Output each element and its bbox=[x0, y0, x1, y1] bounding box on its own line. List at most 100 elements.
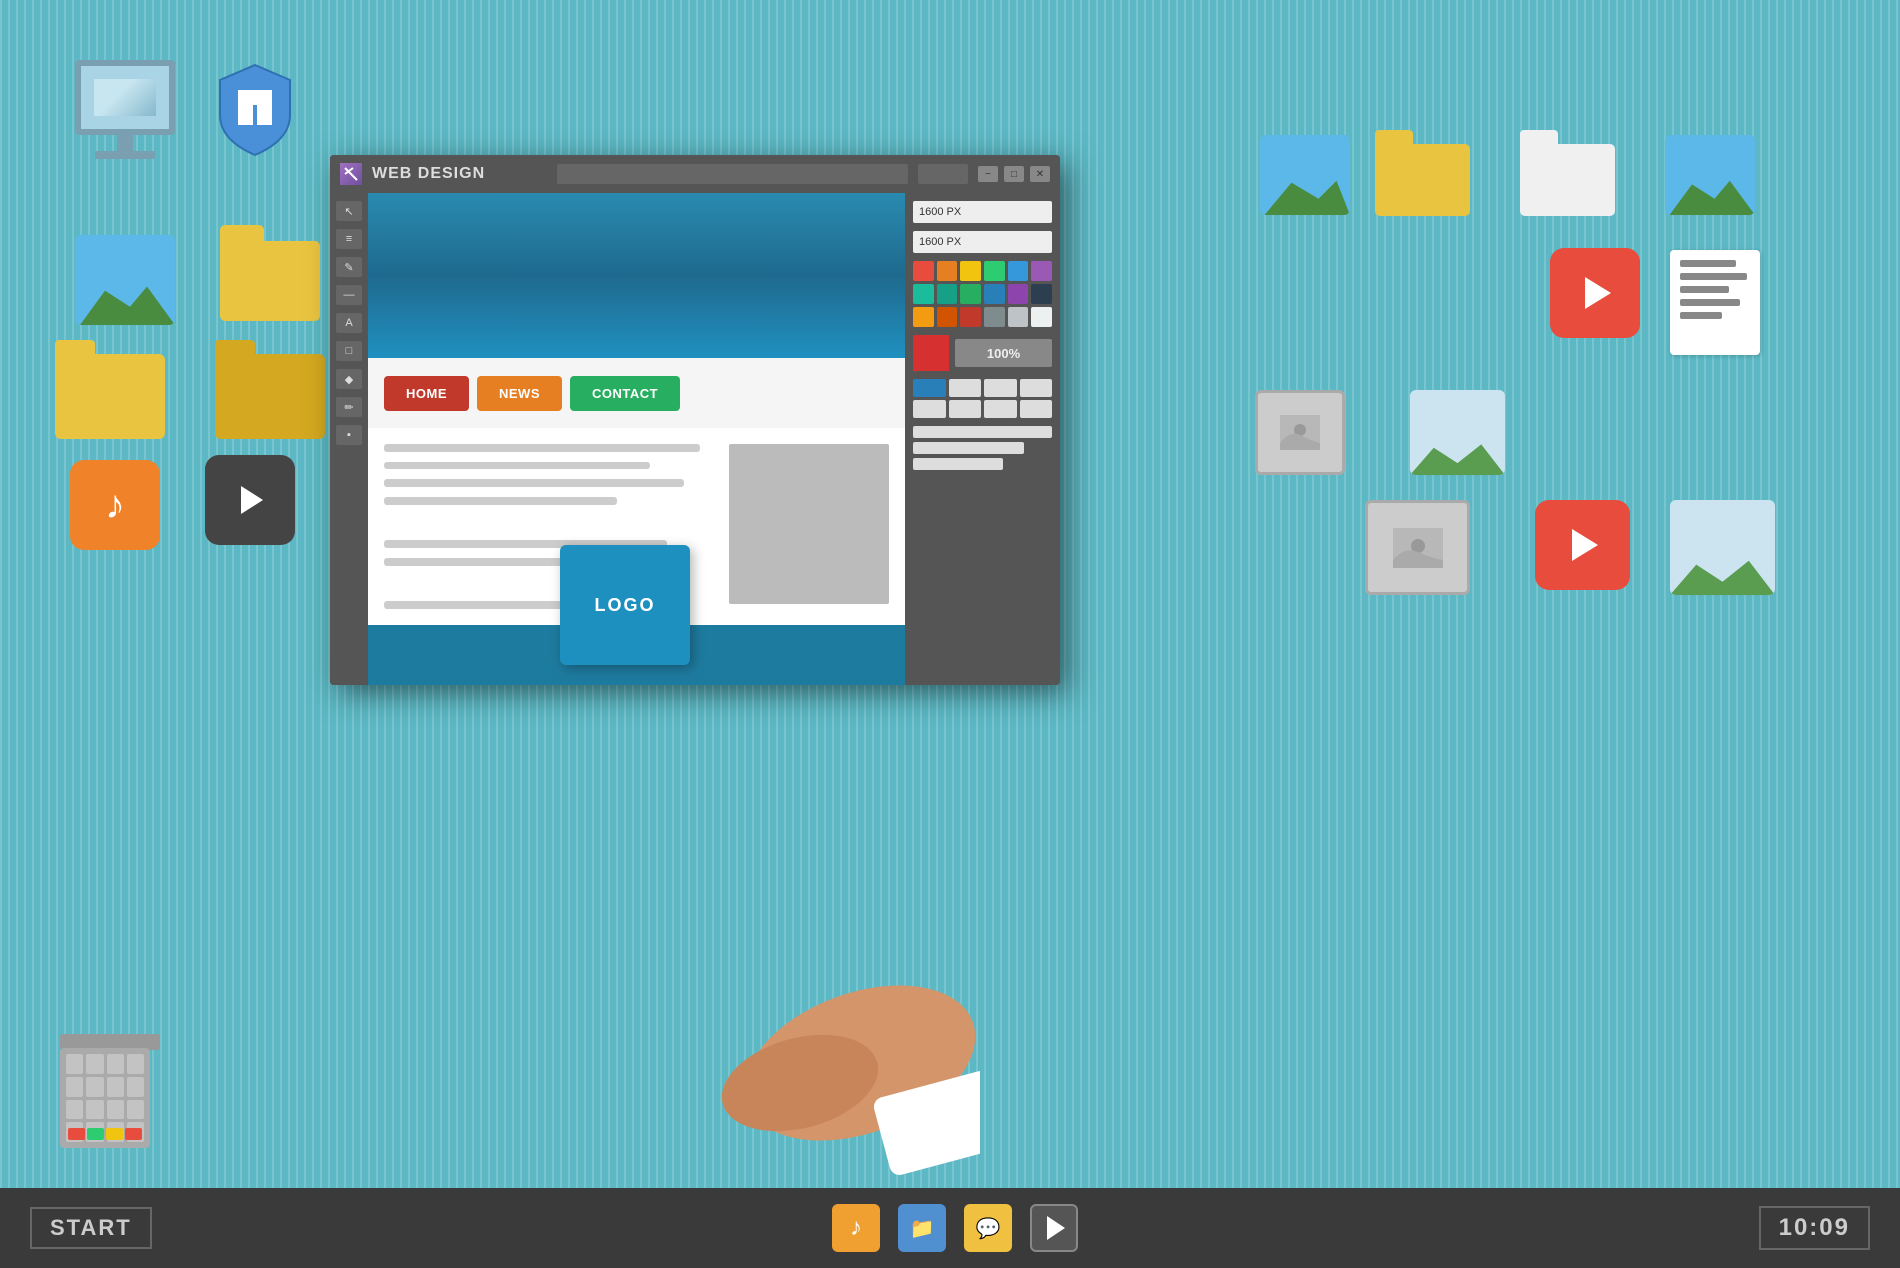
close-button[interactable]: ✕ bbox=[1030, 166, 1050, 182]
shield-icon[interactable] bbox=[210, 60, 300, 165]
panel-white-bars bbox=[913, 426, 1052, 470]
nav-home-button[interactable]: HOME bbox=[384, 376, 469, 411]
extra-tool[interactable]: ▪ bbox=[336, 425, 362, 445]
window-right-panel: 1600 PX 1600 PX 100% bbox=[905, 193, 1060, 685]
line-tool[interactable]: — bbox=[336, 285, 362, 305]
mini-swatch-5[interactable] bbox=[913, 400, 946, 418]
text-line-6 bbox=[384, 558, 584, 566]
swatch-amber[interactable] bbox=[913, 307, 934, 327]
bar-1 bbox=[913, 426, 1052, 438]
width-input-row: 1600 PX bbox=[913, 201, 1052, 223]
youtube-icon-right[interactable] bbox=[1550, 248, 1640, 338]
folder-icon-2[interactable] bbox=[55, 340, 165, 439]
swatch-yellow[interactable] bbox=[960, 261, 981, 281]
monitor-icon[interactable] bbox=[60, 60, 190, 180]
mini-swatch-7[interactable] bbox=[984, 400, 1017, 418]
minimize-button[interactable]: − bbox=[978, 166, 998, 182]
zoom-level[interactable]: 100% bbox=[955, 339, 1052, 367]
pen-tool[interactable]: ✎ bbox=[336, 257, 362, 277]
menu-tool[interactable]: ≡ bbox=[336, 229, 362, 249]
swatch-dark-purple[interactable] bbox=[1008, 284, 1029, 304]
nav-news-button[interactable]: NEWS bbox=[477, 376, 562, 411]
photo-icon-mr2[interactable] bbox=[1410, 390, 1505, 475]
youtube-icon-left[interactable] bbox=[205, 455, 295, 545]
swatch-dark-green[interactable] bbox=[960, 284, 981, 304]
window-title: WEB DESIGN bbox=[372, 165, 547, 183]
start-button[interactable]: START bbox=[30, 1207, 152, 1249]
taskbar-clock: 10:09 bbox=[1759, 1206, 1870, 1250]
swatch-purple[interactable] bbox=[1031, 261, 1052, 281]
folder-icon-1[interactable] bbox=[220, 225, 320, 321]
mini-swatch-3[interactable] bbox=[984, 379, 1017, 397]
photo-icon-lr2[interactable] bbox=[1670, 500, 1775, 595]
nav-contact-button[interactable]: CONTACT bbox=[570, 376, 680, 411]
select-tool[interactable]: ↖ bbox=[336, 201, 362, 221]
eraser-tool[interactable]: ✏ bbox=[336, 397, 362, 417]
color-swatches bbox=[913, 261, 1052, 327]
swatch-blue[interactable] bbox=[1008, 261, 1029, 281]
photo-icon-lr1[interactable] bbox=[1365, 500, 1470, 595]
window-toolbar: ↖ ≡ ✎ — A □ ◆ ✏ ▪ bbox=[330, 193, 368, 685]
width-input[interactable]: 1600 PX bbox=[913, 201, 1052, 223]
window-controls: − □ ✕ bbox=[978, 166, 1050, 182]
maximize-button[interactable]: □ bbox=[1004, 166, 1024, 182]
mini-color-grid bbox=[913, 379, 1052, 418]
logo-card[interactable]: LOGO bbox=[560, 545, 690, 665]
shape-tool[interactable]: ◆ bbox=[336, 369, 362, 389]
rect-tool[interactable]: □ bbox=[336, 341, 362, 361]
swatch-green[interactable] bbox=[984, 261, 1005, 281]
swatch-orange[interactable] bbox=[937, 261, 958, 281]
active-color-swatch[interactable] bbox=[913, 335, 949, 371]
mini-swatch-2[interactable] bbox=[949, 379, 982, 397]
swatch-navy[interactable] bbox=[1031, 284, 1052, 304]
photo-icon-mr1[interactable] bbox=[1255, 390, 1345, 475]
canvas-image-placeholder bbox=[729, 444, 889, 604]
swatch-burnt[interactable] bbox=[937, 307, 958, 327]
monitor-screen bbox=[75, 60, 175, 135]
mini-swatch-1[interactable] bbox=[913, 379, 946, 397]
folder-icon-top-right[interactable] bbox=[1375, 130, 1470, 216]
taskbar-play-icon[interactable] bbox=[1030, 1204, 1078, 1252]
mini-swatch-4[interactable] bbox=[1020, 379, 1053, 397]
bar-3 bbox=[913, 458, 1003, 470]
text-spacer bbox=[384, 515, 717, 530]
taskbar-icons: ♪ 📁 💬 bbox=[832, 1204, 1078, 1252]
swatch-white[interactable] bbox=[1031, 307, 1052, 327]
monitor-screen-inner bbox=[94, 79, 156, 117]
logo-card-text: LOGO bbox=[595, 595, 656, 616]
canvas-nav: HOME NEWS CONTACT bbox=[368, 358, 905, 428]
swatch-dark-teal[interactable] bbox=[937, 284, 958, 304]
height-input[interactable]: 1600 PX bbox=[913, 231, 1052, 253]
text-tool[interactable]: A bbox=[336, 313, 362, 333]
swatch-red[interactable] bbox=[913, 261, 934, 281]
window-address-bar-2[interactable] bbox=[918, 164, 968, 184]
bar-2 bbox=[913, 442, 1024, 454]
trash-icon[interactable] bbox=[60, 1034, 160, 1148]
folder-icon-top-right-2[interactable] bbox=[1520, 130, 1615, 216]
height-input-row: 1600 PX bbox=[913, 231, 1052, 253]
document-icon-1[interactable] bbox=[1670, 250, 1760, 355]
taskbar-folder-icon[interactable]: 📁 bbox=[898, 1204, 946, 1252]
swatch-crimson[interactable] bbox=[960, 307, 981, 327]
swatch-teal[interactable] bbox=[913, 284, 934, 304]
folder-icon-3[interactable] bbox=[215, 340, 325, 439]
photo-icon-tr2[interactable] bbox=[1665, 135, 1755, 215]
music-icon[interactable]: ♪ bbox=[70, 460, 160, 550]
taskbar-chat-icon[interactable]: 💬 bbox=[964, 1204, 1012, 1252]
photo-icon-tr1[interactable] bbox=[1260, 135, 1350, 215]
swatch-dark-blue[interactable] bbox=[984, 284, 1005, 304]
photo-icon-1[interactable] bbox=[75, 235, 175, 325]
window-app-icon bbox=[340, 163, 362, 185]
mini-swatch-8[interactable] bbox=[1020, 400, 1053, 418]
text-line-2 bbox=[384, 462, 650, 470]
taskbar-music-icon[interactable]: ♪ bbox=[832, 1204, 880, 1252]
zoom-row: 100% bbox=[913, 335, 1052, 371]
taskbar: START ♪ 📁 💬 10:09 bbox=[0, 1188, 1900, 1268]
text-line-1 bbox=[384, 444, 700, 452]
window-address-bar[interactable] bbox=[557, 164, 908, 184]
swatch-light-gray[interactable] bbox=[1008, 307, 1029, 327]
swatch-gray[interactable] bbox=[984, 307, 1005, 327]
text-line-3 bbox=[384, 479, 684, 487]
mini-swatch-6[interactable] bbox=[949, 400, 982, 418]
youtube-icon-lr[interactable] bbox=[1535, 500, 1630, 590]
